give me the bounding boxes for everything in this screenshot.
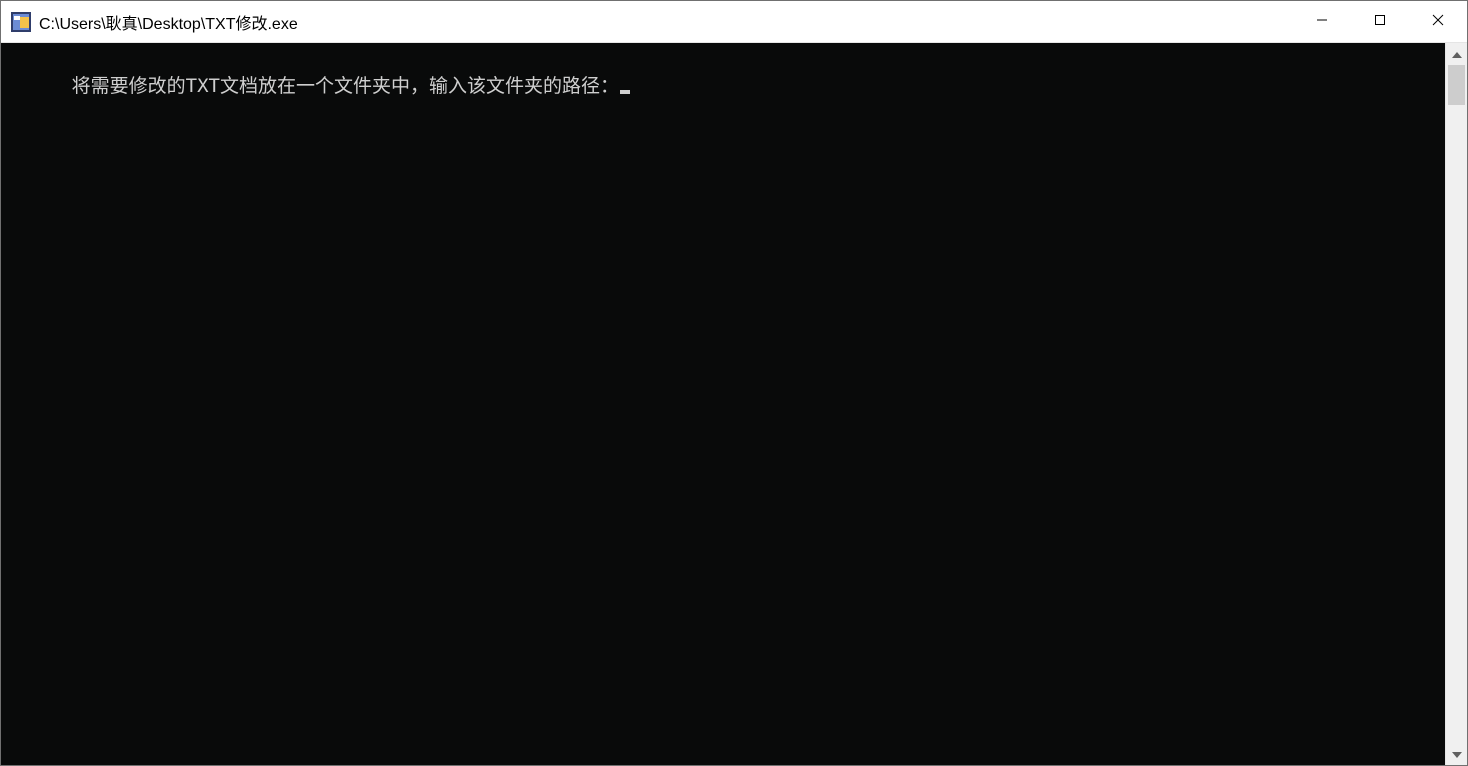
console-prompt: 将需要修改的TXT文档放在一个文件夹中，输入该文件夹的路径： [72,75,619,97]
vertical-scrollbar[interactable] [1445,43,1467,765]
scrollbar-track[interactable] [1446,65,1467,743]
console-output[interactable]: 将需要修改的TXT文档放在一个文件夹中，输入该文件夹的路径： [1,43,1445,765]
maximize-button[interactable] [1351,1,1409,42]
close-icon [1432,14,1444,29]
scroll-down-icon [1452,745,1462,763]
scroll-down-button[interactable] [1446,743,1467,765]
scroll-up-button[interactable] [1446,43,1467,65]
caption-buttons [1293,1,1467,42]
window-title: C:\Users\耿真\Desktop\TXT修改.exe [39,10,1293,34]
app-icon [11,12,31,32]
text-cursor [620,90,630,94]
close-button[interactable] [1409,1,1467,42]
scrollbar-thumb[interactable] [1448,65,1465,105]
minimize-icon [1316,14,1328,29]
titlebar[interactable]: C:\Users\耿真\Desktop\TXT修改.exe [1,1,1467,43]
window-root: C:\Users\耿真\Desktop\TXT修改.exe [0,0,1468,766]
maximize-icon [1374,14,1386,29]
client-area: 将需要修改的TXT文档放在一个文件夹中，输入该文件夹的路径： [1,43,1467,765]
minimize-button[interactable] [1293,1,1351,42]
scroll-up-icon [1452,45,1462,63]
